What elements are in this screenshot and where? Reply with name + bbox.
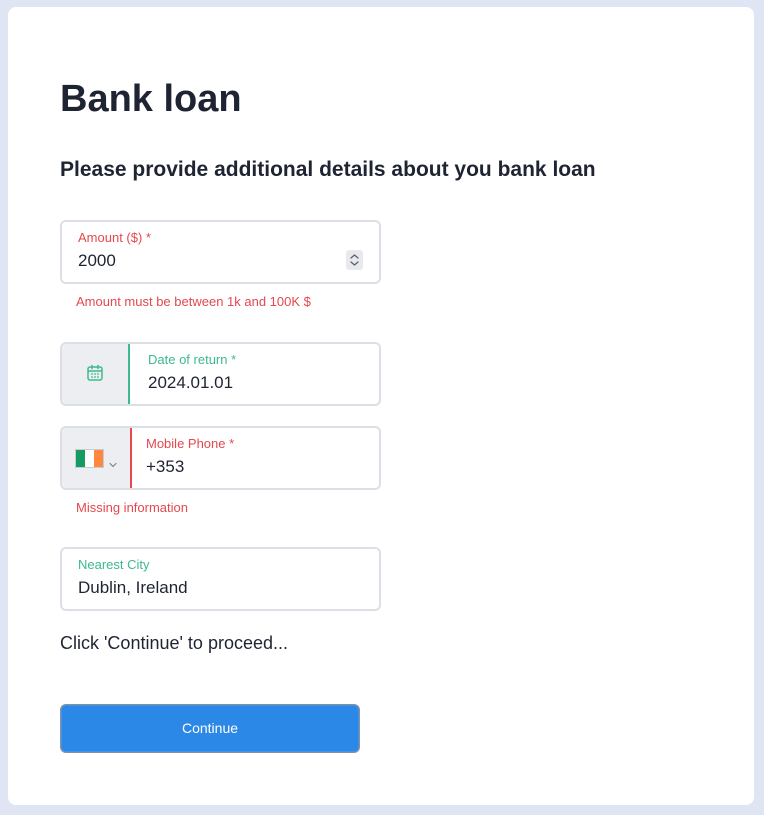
calendar-icon[interactable]: [86, 364, 104, 387]
form-card: Bank loan Please provide additional deta…: [8, 7, 754, 805]
nearest-city-value[interactable]: Dublin, Ireland: [78, 577, 188, 599]
amount-error-message: Amount must be between 1k and 100K $: [76, 294, 311, 309]
date-of-return-value[interactable]: 2024.01.01: [148, 372, 233, 394]
country-selector[interactable]: [62, 428, 132, 488]
date-picker-addon[interactable]: [62, 344, 130, 404]
nearest-city-label: Nearest City: [78, 557, 150, 572]
chevron-down-icon[interactable]: [109, 455, 117, 473]
amount-value[interactable]: 2000: [78, 250, 116, 272]
mobile-phone-error-message: Missing information: [76, 500, 188, 515]
date-of-return-input[interactable]: Date of return * 2024.01.01: [60, 342, 381, 406]
proceed-hint: Click 'Continue' to proceed...: [60, 633, 288, 653]
mobile-phone-label: Mobile Phone *: [146, 436, 235, 451]
page-subtitle: Please provide additional details about …: [60, 158, 596, 181]
amount-input[interactable]: Amount ($) * 2000: [60, 220, 381, 284]
continue-button[interactable]: Continue: [60, 704, 360, 753]
date-of-return-label: Date of return *: [148, 352, 237, 367]
page-title: Bank loan: [60, 78, 242, 120]
nearest-city-input[interactable]: Nearest City Dublin, Ireland: [60, 547, 381, 611]
mobile-phone-value[interactable]: +353: [146, 456, 184, 478]
stepper-icon[interactable]: [346, 250, 363, 270]
mobile-phone-input[interactable]: Mobile Phone * +353: [60, 426, 381, 490]
ireland-flag-icon: [75, 449, 104, 468]
amount-label: Amount ($) *: [78, 230, 151, 245]
